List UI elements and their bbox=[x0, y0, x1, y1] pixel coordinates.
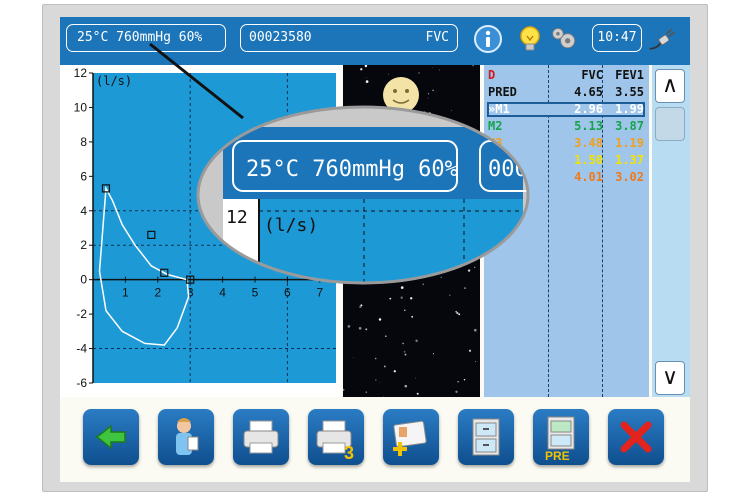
magnifier-pointer bbox=[149, 42, 244, 120]
